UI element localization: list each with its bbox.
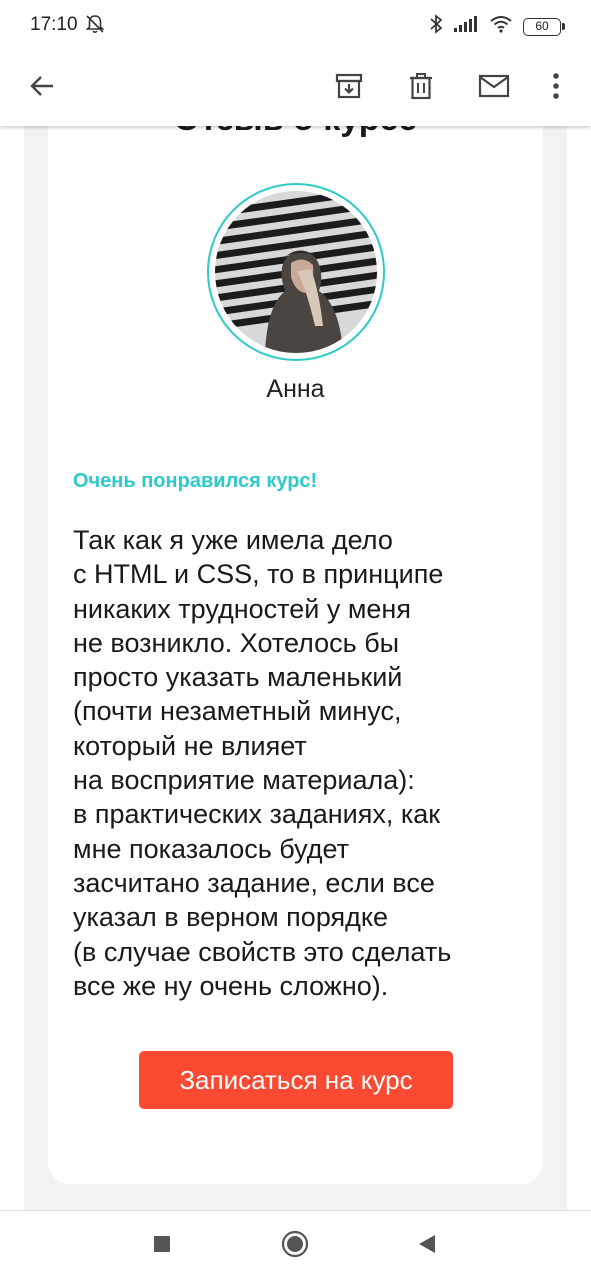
review-title: Очень понравился курс! [73, 470, 318, 492]
bell-muted-icon [84, 13, 106, 35]
more-options-button[interactable] [530, 62, 582, 114]
recent-apps-button[interactable] [147, 1231, 177, 1261]
status-bar: 17:10 60 [0, 0, 591, 52]
wifi-icon [489, 15, 513, 38]
reviewer-name: Анна [266, 375, 325, 403]
reviewer-avatar [215, 191, 377, 353]
reviewer-avatar-ring [207, 183, 385, 361]
trash-icon [406, 71, 436, 106]
system-navigation-bar [0, 1210, 591, 1281]
enroll-course-button[interactable]: Записаться на курс [139, 1051, 453, 1109]
more-vertical-icon [552, 72, 560, 105]
home-button[interactable] [280, 1230, 310, 1263]
bluetooth-icon [429, 14, 443, 39]
review-body: Так как я уже имела дело с HTML и CSS, т… [73, 525, 452, 1001]
signal-icon [453, 15, 479, 38]
battery-indicator: 60 [523, 17, 565, 36]
archive-button[interactable] [323, 62, 375, 114]
back-button[interactable] [16, 62, 68, 114]
square-icon [153, 1235, 171, 1258]
status-time: 17:10 [30, 14, 78, 35]
triangle-back-icon [417, 1233, 437, 1260]
status-icons: 60 [429, 14, 565, 39]
circle-home-icon [281, 1230, 309, 1263]
delete-button[interactable] [395, 62, 447, 114]
back-nav-button[interactable] [412, 1231, 442, 1261]
arrow-left-icon [28, 72, 56, 105]
mail-icon [478, 73, 510, 104]
mark-unread-button[interactable] [468, 62, 520, 114]
archive-icon [334, 71, 364, 106]
email-toolbar [0, 52, 591, 126]
